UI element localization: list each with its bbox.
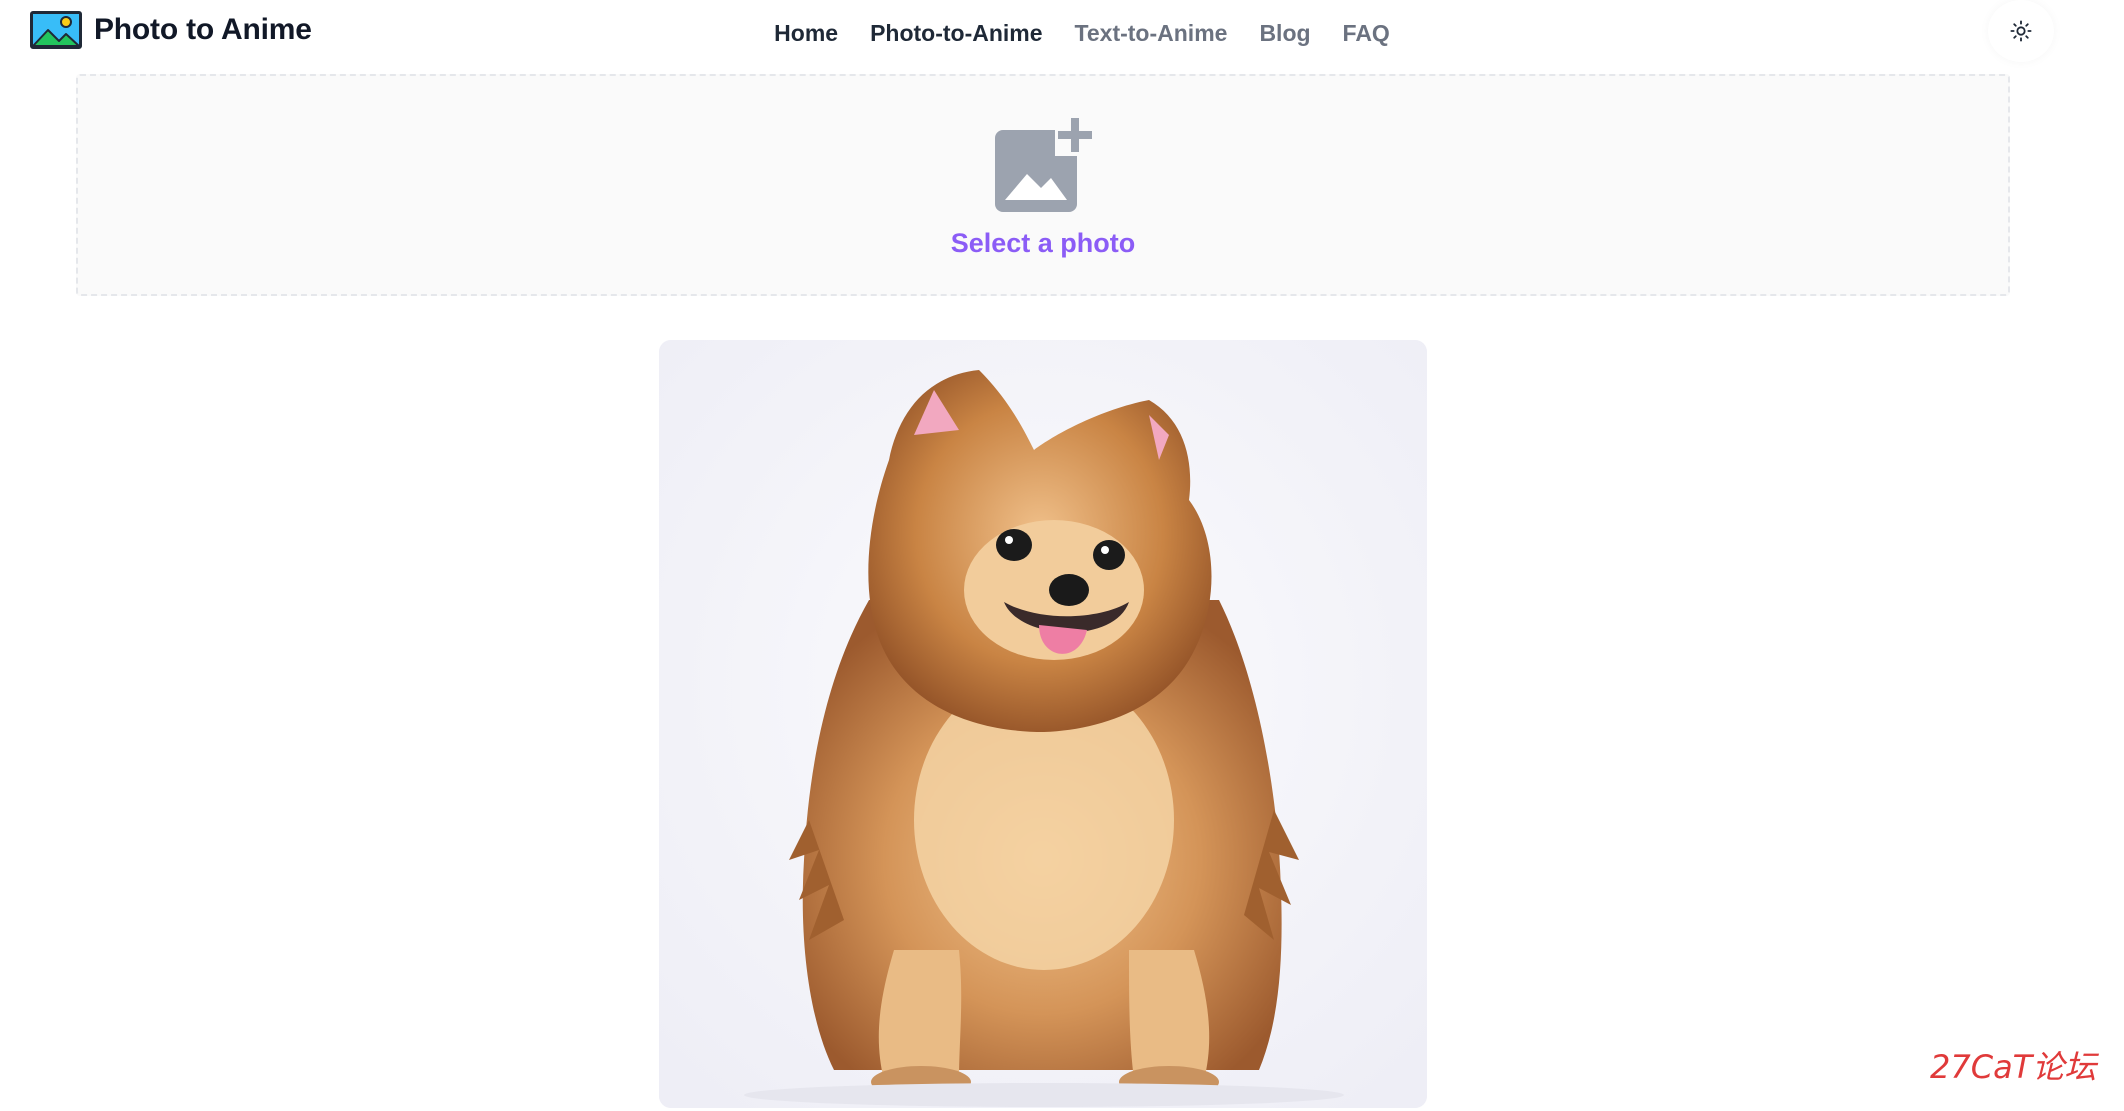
- nav-faq[interactable]: FAQ: [1343, 18, 1390, 48]
- anime-pomeranian-illustration: [659, 340, 1427, 1108]
- nav-text-to-anime[interactable]: Text-to-Anime: [1075, 18, 1228, 48]
- sun-icon: [2010, 20, 2032, 42]
- main-nav: Home Photo-to-Anime Text-to-Anime Blog F…: [0, 18, 2124, 48]
- nav-home[interactable]: Home: [774, 18, 838, 48]
- site-header: Photo to Anime Home Photo-to-Anime Text-…: [0, 0, 2124, 66]
- select-photo-label[interactable]: Select a photo: [0, 228, 2086, 259]
- watermark-27cat-logo: 27CaT论坛: [1930, 1048, 2099, 1086]
- anime-result-image: [659, 340, 1427, 1108]
- nav-blog[interactable]: Blog: [1259, 18, 1310, 48]
- svg-text:27CaT论坛: 27CaT论坛: [1930, 1048, 2099, 1086]
- photo-upload-dropzone[interactable]: [76, 74, 2010, 296]
- add-photo-icon: [995, 116, 1095, 212]
- theme-toggle-button[interactable]: [1988, 0, 2054, 62]
- nav-photo-to-anime[interactable]: Photo-to-Anime: [870, 18, 1042, 48]
